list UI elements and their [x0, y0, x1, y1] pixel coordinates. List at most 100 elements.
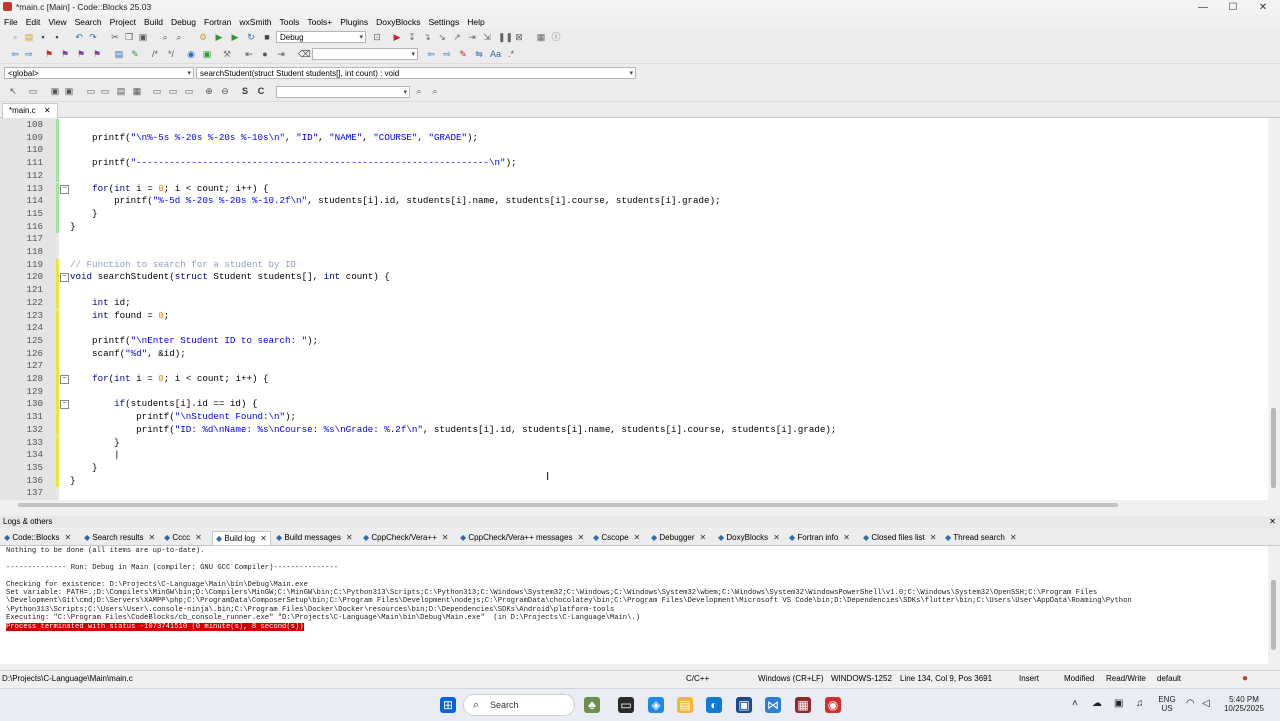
code-line[interactable]: 108: [0, 119, 1268, 132]
sizer-a-icon[interactable]: ▭: [86, 86, 96, 96]
code-line[interactable]: 132 printf("ID: %d\nName: %s\nCourse: %s…: [0, 423, 1268, 437]
tab-debugger[interactable]: ◆ Debugger ✕: [651, 531, 706, 544]
code-line[interactable]: 137: [0, 487, 1268, 500]
close-icon[interactable]: ✕: [700, 533, 707, 542]
close-icon[interactable]: ✕: [1269, 516, 1276, 528]
copy-icon[interactable]: ❐: [124, 32, 134, 42]
uncomment-icon[interactable]: */: [166, 49, 176, 59]
tab-closed-files-list[interactable]: ◆ Closed files list ✕: [863, 531, 936, 544]
code-line[interactable]: 109 printf("\n%-5s %-20s %-20s %-10s\n",…: [0, 131, 1268, 145]
jump-icon[interactable]: ▤: [114, 49, 124, 59]
rebuild-icon[interactable]: ↻: [246, 32, 256, 42]
edge-browser-icon[interactable]: ◐: [706, 697, 722, 713]
file-explorer-icon[interactable]: ▤: [677, 697, 693, 713]
layout-b-icon[interactable]: ▣: [64, 86, 74, 96]
code-line[interactable]: 119 // Function to search for a student b…: [0, 258, 1268, 272]
code-line[interactable]: 126 scanf("%d", &id);: [0, 347, 1268, 361]
menu-project[interactable]: Project: [106, 15, 140, 29]
find-icon[interactable]: ⌕: [160, 32, 170, 42]
frame-c-icon[interactable]: ▭: [184, 86, 194, 96]
save-icon[interactable]: ▪: [38, 32, 48, 42]
highlight-marker-icon[interactable]: ✎: [458, 49, 468, 59]
save-all-icon[interactable]: ▪: [52, 32, 62, 42]
tab-search-results[interactable]: ◆ Search results ✕: [84, 531, 155, 544]
stop-debugger-icon[interactable]: ⊠: [514, 32, 524, 42]
code-line[interactable]: 133 }: [0, 436, 1268, 450]
tab-doxyblocks[interactable]: ◆ DoxyBlocks ✕: [718, 531, 780, 544]
code-line[interactable]: 129: [0, 385, 1268, 399]
menu-fortran[interactable]: Fortran: [200, 15, 235, 29]
code-line[interactable]: 124: [0, 322, 1268, 335]
close-button[interactable]: ✕: [1246, 0, 1280, 15]
build-target-select[interactable]: Debug ▾: [276, 31, 366, 43]
code-line[interactable]: 113 − for(int i = 0; i < count; i++) {: [0, 182, 1268, 196]
zoom-in-icon[interactable]: ⊕: [204, 86, 214, 96]
tool-wand-icon[interactable]: ⚒: [222, 49, 232, 59]
menu-settings[interactable]: Settings: [425, 15, 464, 29]
cut-icon[interactable]: ✂: [110, 32, 120, 42]
scroll-thumb[interactable]: [18, 503, 1118, 507]
editor-horizontal-scrollbar[interactable]: [0, 500, 1268, 510]
frame-a-icon[interactable]: ▭: [152, 86, 162, 96]
code-line[interactable]: 128 − for(int i = 0; i < count; i++) {: [0, 373, 1268, 386]
taskbar-search[interactable]: ⌕ Search: [463, 694, 575, 716]
undo-icon[interactable]: ↶: [74, 32, 84, 42]
symbol-select[interactable]: ▾: [276, 86, 410, 98]
code-line[interactable]: 130 − if(students[i].id == id) {: [0, 398, 1268, 412]
tab-cccc[interactable]: ◆ Cccc ✕: [164, 531, 202, 544]
close-icon[interactable]: ✕: [634, 533, 641, 542]
mic-icon[interactable]: ♫: [1136, 698, 1144, 709]
close-icon[interactable]: ✕: [44, 106, 51, 115]
code-line[interactable]: 127: [0, 360, 1268, 373]
pointer-icon[interactable]: ↖: [8, 86, 18, 96]
close-icon[interactable]: ✕: [65, 533, 72, 542]
clock[interactable]: 5:40 PM 10/25/2025: [1222, 695, 1266, 713]
maximize-button[interactable]: ☐: [1216, 0, 1250, 15]
tab-fortran-info[interactable]: ◆ Fortran info ✕: [789, 531, 850, 544]
function-select[interactable]: searchStudent(struct Student students[],…: [196, 67, 636, 79]
code-line[interactable]: 117: [0, 233, 1268, 246]
code-line[interactable]: 135 }: [0, 461, 1268, 475]
build-icon[interactable]: ⚙: [198, 32, 208, 42]
code-line[interactable]: 112: [0, 169, 1268, 183]
selected-text-icon[interactable]: ⇋: [474, 49, 484, 59]
codeblocks-taskbar-icon[interactable]: ▦: [795, 697, 811, 713]
zoom-out-icon[interactable]: ⊖: [220, 86, 230, 96]
new-file-icon[interactable]: ▫: [10, 32, 20, 42]
tab-build-messages[interactable]: ◆ Build messages ✕: [276, 531, 353, 544]
target-options-icon[interactable]: ⊡: [372, 32, 382, 42]
comment-icon[interactable]: /*: [150, 49, 160, 59]
sizer-c-icon[interactable]: ▤: [116, 86, 126, 96]
code-line[interactable]: 122 int id;: [0, 296, 1268, 310]
vscode-icon[interactable]: ⋈: [765, 697, 781, 713]
bookmark-toggle-icon[interactable]: ⚑: [44, 49, 54, 59]
code-line[interactable]: 111 printf("----------------------------…: [0, 157, 1268, 170]
menu-tools[interactable]: Tools: [276, 15, 304, 29]
code-line[interactable]: 125 printf("\nEnter Student ID to search…: [0, 334, 1268, 348]
widget-icon[interactable]: ♣: [584, 697, 600, 713]
menu-wxsmith[interactable]: wxSmith: [235, 15, 275, 29]
open-file-icon[interactable]: ▤: [24, 32, 34, 42]
menu-help[interactable]: Help: [463, 15, 488, 29]
menu-edit[interactable]: Edit: [22, 15, 45, 29]
menu-doxyblocks[interactable]: DoxyBlocks: [372, 15, 424, 29]
build-and-run-icon[interactable]: ▶: [230, 32, 240, 42]
symbol-search-icon[interactable]: ⌕: [414, 86, 424, 96]
windows-start-icon[interactable]: ⊞: [440, 697, 456, 713]
code-line[interactable]: 110: [0, 144, 1268, 158]
forward-icon[interactable]: ⇨: [24, 49, 34, 59]
menu-search[interactable]: Search: [71, 15, 106, 29]
close-icon[interactable]: ✕: [149, 533, 156, 542]
app-tray-icon[interactable]: ▣: [1114, 698, 1123, 709]
code-line[interactable]: 114 printf("%-5d %-20s %-20s %-10.2f\n",…: [0, 195, 1268, 208]
menu-build[interactable]: Build: [140, 15, 167, 29]
menu-plugins[interactable]: Plugins: [336, 15, 372, 29]
close-icon[interactable]: ✕: [195, 533, 202, 542]
symbol-options-icon[interactable]: ⌕: [430, 86, 440, 96]
step-out-icon[interactable]: ↗: [452, 32, 462, 42]
match-case-icon[interactable]: Aa: [490, 49, 501, 59]
s-icon[interactable]: S: [240, 86, 250, 96]
frame-b-icon[interactable]: ▭: [168, 86, 178, 96]
store-icon[interactable]: ▣: [736, 697, 752, 713]
code-editor[interactable]: 108 109 printf("\n%-5s %-20s %-20s %-10s\…: [0, 118, 1268, 500]
